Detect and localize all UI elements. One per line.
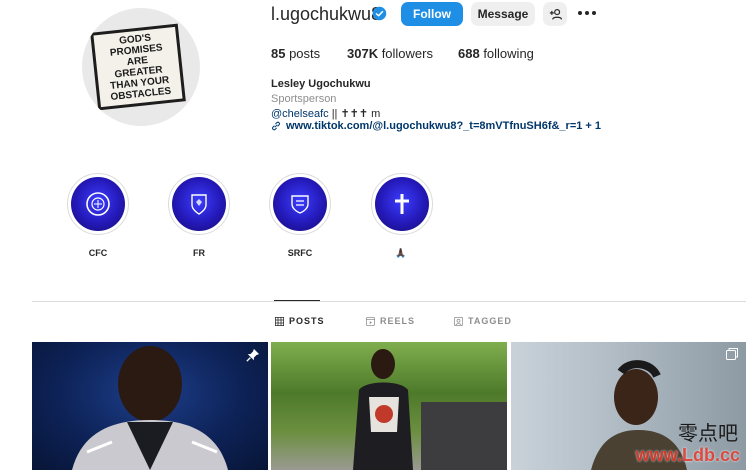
bio-text: @chelseafc || ✝✝✝ m <box>271 108 381 120</box>
link-icon <box>271 121 281 134</box>
highlight-fr[interactable] <box>168 173 230 235</box>
profile-category: Sportsperson <box>271 93 337 105</box>
verified-badge-icon <box>372 6 387 21</box>
mention-link[interactable]: @chelseafc <box>271 108 329 120</box>
post-thumbnail[interactable]: 零点吧 www.Ldb.cc <box>511 342 746 470</box>
reels-icon <box>366 316 375 326</box>
cross-icon <box>395 194 409 214</box>
watermark-url: www.Ldb.cc <box>635 445 740 465</box>
highlight-cfc[interactable] <box>67 173 129 235</box>
profile-avatar[interactable]: GOD'S PROMISES ARE GREATER THAN YOUR OBS… <box>82 8 200 126</box>
highlight-srfc[interactable] <box>269 173 331 235</box>
profile-username: l.ugochukwu8 <box>271 4 382 24</box>
player-walking-image <box>353 349 507 470</box>
external-link[interactable]: www.tiktok.com/@l.ugochukwu8?_t=8mVTfnuS… <box>286 120 601 132</box>
player-portrait-image <box>72 346 228 470</box>
following-count[interactable]: 688 following <box>458 46 534 61</box>
france-crest-icon <box>191 194 207 215</box>
tab-tagged[interactable]: TAGGED <box>454 316 512 326</box>
highlight-cross[interactable] <box>371 173 433 235</box>
tab-posts[interactable]: POSTS <box>275 316 325 326</box>
followers-count[interactable]: 307K followers <box>347 46 433 61</box>
posts-count: 85 posts <box>271 46 321 61</box>
post-thumbnail[interactable] <box>32 342 268 470</box>
tagged-icon <box>454 316 463 326</box>
tabs-divider <box>32 301 746 302</box>
highlight-label: SRFC <box>287 248 313 258</box>
follow-button[interactable]: Follow <box>401 2 463 26</box>
post-thumbnail[interactable] <box>271 342 507 470</box>
avatar-sign-text: GOD'S PROMISES ARE GREATER THAN YOUR OBS… <box>90 23 186 111</box>
highlight-label: 🙏🏿 <box>395 248 407 258</box>
active-tab-indicator <box>274 300 320 301</box>
tab-reels[interactable]: REELS <box>366 316 415 326</box>
add-user-icon <box>549 8 562 20</box>
suggested-accounts-button[interactable] <box>543 2 567 26</box>
pin-icon <box>246 348 260 362</box>
chelsea-crest-icon <box>86 192 110 216</box>
carousel-icon <box>726 348 738 360</box>
highlight-label: CFC <box>88 248 108 258</box>
message-button[interactable]: Message <box>471 2 535 26</box>
grid-icon <box>275 316 284 326</box>
highlight-label: FR <box>193 248 205 258</box>
more-options-icon[interactable] <box>578 4 598 22</box>
watermark-chars: 零点吧 <box>678 421 738 445</box>
rennes-crest-icon <box>291 195 309 214</box>
profile-full-name: Lesley Ugochukwu <box>271 78 371 90</box>
